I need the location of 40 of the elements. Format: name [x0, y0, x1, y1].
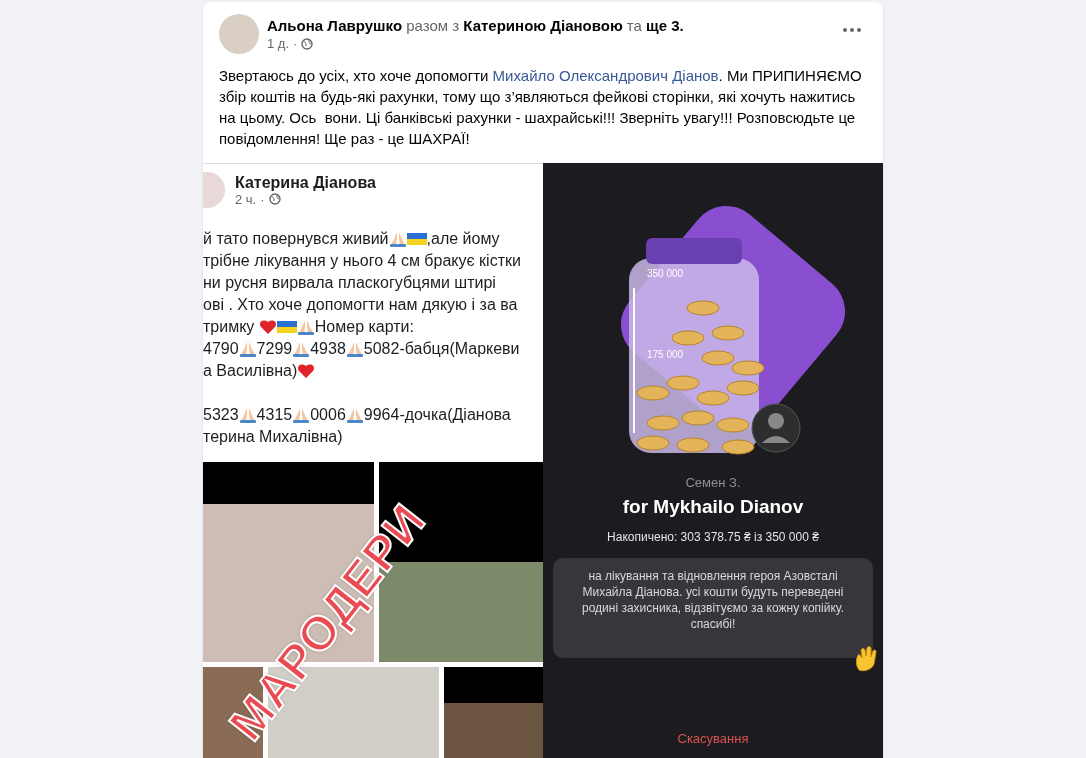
screenshot-text: а Василівна): [203, 362, 298, 380]
heart-icon: [258, 318, 277, 336]
screenshot-text: 4938: [310, 340, 346, 358]
screenshot-time: 2 ч.: [235, 191, 257, 207]
waving-hand-icon: [853, 646, 879, 672]
post-time[interactable]: 1 д.: [267, 36, 290, 51]
flag-icon: [276, 318, 297, 336]
person-link[interactable]: Михайло Олександрович Діанов: [492, 67, 719, 84]
screenshot-text: 7299: [256, 340, 293, 358]
screenshot-text: ові . Хто хоче допомогти нам дякую і за ва: [203, 296, 518, 314]
screenshot-text: ни русня вирвала пласкогубцями штирі: [203, 274, 496, 292]
scale-label: 175 000: [647, 349, 684, 360]
separator-dot: ·: [260, 191, 265, 207]
screenshot-text: 4790: [203, 340, 239, 358]
heart-icon: [297, 362, 316, 380]
jar-description: на лікування та відновлення героя Азовсталі Михайла Діанова. усі кошти будуть переведені родині захисника, відзвітуємо за кожну копійку. спасибі!: [553, 558, 873, 658]
screenshot-text: ,але йому: [426, 230, 500, 248]
jar-title: for Mykhailo Dianov: [622, 496, 804, 518]
screenshot-text: 5323: [203, 406, 239, 424]
screenshot-text: тримку: [203, 318, 256, 336]
screenshot-text: 9964-дочка(Діанова: [363, 406, 511, 424]
separator-dot: ·: [293, 36, 298, 51]
avatar: [751, 403, 801, 453]
screenshot-text: 0006: [310, 406, 346, 424]
screenshot-text: терина Михалівна): [203, 428, 343, 446]
flag-icon: [406, 230, 427, 248]
jar-owner: Семен З.: [685, 475, 741, 490]
screenshot-text: Номер карти:: [314, 318, 414, 336]
post-author-line: Альона Лаврушко разом з Катериною Діановою та ще 3.: [267, 17, 685, 34]
screenshot-author: Катерина Діанова: [235, 173, 376, 192]
globe-icon: [301, 37, 314, 50]
globe-icon: [268, 193, 281, 205]
screenshot-text: 5082-бабця(Маркеви: [363, 340, 520, 358]
post-text: Звертаюсь до усіх, хто хоче допомогти Михайло Олександрович Діанов. Ми ПРИПИНЯЄМО збір коштів на будь-які рахунки, тому що з’являються фейкові сторінки, які хочуть нажитись на цьому. Ось вони. Ці банківські рахунки - шахрайські!!! Зверніть увагу!!! Розповсюдьте це повідомлення! Ще раз - це ШАХРАЇ!: [218, 66, 863, 149]
screenshot-text: 4315: [256, 406, 293, 424]
screenshot-text: трібне лікування у нього 4 см бракує кістки: [203, 252, 521, 270]
cancel-button[interactable]: Скасування: [671, 729, 755, 748]
collected-amount: Накопичено: 303 378.75 ₴ із 350 000 ₴: [607, 530, 819, 544]
scale-label: 350 000: [647, 268, 684, 279]
screenshot-text: й тато повернувся живий: [203, 230, 389, 248]
